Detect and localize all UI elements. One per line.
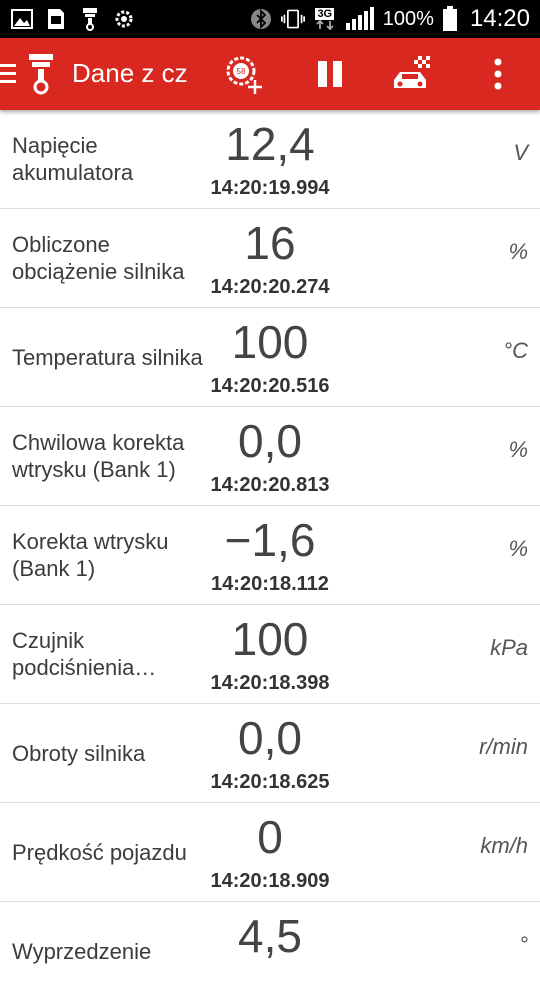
list-item[interactable]: Czujnik podciśnienia… 100 14:20:18.398 k… [0,605,540,704]
list-item[interactable]: Chwilowa korekta wtrysku (Bank 1) 0,0 14… [0,407,540,506]
sim-3g-icon [44,7,68,31]
add-dashboard-gauge-button[interactable]: 58 [222,52,266,96]
reading-unit: km/h [480,833,528,858]
pause-icon [318,61,342,87]
reading-timestamp: 14:20:18.398 [210,672,330,694]
reading-timestamp: 14:20:20.516 [210,375,330,397]
race-car-button[interactable] [390,52,434,96]
reading-unit: ° [519,932,528,957]
svg-text:58: 58 [237,67,246,76]
status-time: 14:20 [469,5,530,32]
reading-timestamp: 14:20:20.813 [210,474,330,496]
bluetooth-icon [249,7,273,31]
add-dashboard-gauge-icon: 58 [226,56,262,94]
status-right-icons: 3G 100% 14:20 [249,0,530,38]
reading-unit: kPa [490,635,528,660]
reading-value: 0,0 [238,712,302,764]
settings-gear-icon [112,7,136,31]
readings-list: Napięcie akumulatora 12,4 14:20:19.994 V… [0,110,540,1000]
hamburger-menu-icon[interactable] [0,60,18,88]
list-item[interactable]: Prędkość pojazdu 0 14:20:18.909 km/h [0,803,540,902]
reading-timestamp: 14:20:18.625 [210,771,330,793]
vibrate-icon [280,7,305,31]
reading-value: 0 [257,811,283,863]
pause-button[interactable] [308,52,352,96]
signal-icon [345,7,375,31]
overflow-menu-button[interactable] [476,52,520,96]
reading-unit: V [513,140,528,165]
reading-unit: % [508,536,528,561]
reading-timestamp: 14:20:20.274 [210,276,330,298]
reading-value: 0,0 [238,415,302,467]
reading-timestamp: 14:20:18.112 [211,573,329,595]
reading-value: 4,5 [238,910,302,962]
list-item[interactable]: Wyprzedzenie 4,5 ° [0,902,540,1000]
app-bar: Dane z cz 58 [0,38,540,110]
piston-logo-icon[interactable] [24,52,58,96]
list-item[interactable]: Obliczone obciążenie silnika 16 14:20:20… [0,209,540,308]
image-icon [10,7,34,31]
reading-value: 16 [244,217,296,269]
list-item[interactable]: Obroty silnika 0,0 14:20:18.625 r/min [0,704,540,803]
overflow-menu-icon [494,58,502,90]
reading-unit: °C [503,338,528,363]
status-bar: 3G 100% 14:20 [0,0,540,38]
list-item[interactable]: Napięcie akumulatora 12,4 14:20:19.994 V [0,110,540,209]
battery-icon [442,6,458,31]
reading-unit: % [508,239,528,264]
reading-timestamp: 14:20:19.994 [210,177,330,199]
network-3g-label: 3G [315,8,335,20]
reading-unit: r/min [479,734,528,759]
race-car-icon [394,56,430,88]
obd-plug-icon [78,7,102,31]
battery-percent: 100% [382,7,434,30]
reading-value: 100 [231,316,309,368]
list-item[interactable]: Temperatura silnika 100 14:20:20.516 °C [0,308,540,407]
reading-timestamp: 14:20:18.909 [210,870,330,892]
reading-value: 12,4 [225,118,315,170]
reading-unit: % [508,437,528,462]
network-3g-icon: 3G [313,7,337,31]
reading-value: 100 [231,613,309,665]
reading-value: −1,6 [224,514,316,566]
status-left-icons [10,6,136,32]
app-title: Dane z cz [72,58,188,88]
list-item[interactable]: Korekta wtrysku (Bank 1) −1,6 14:20:18.1… [0,506,540,605]
